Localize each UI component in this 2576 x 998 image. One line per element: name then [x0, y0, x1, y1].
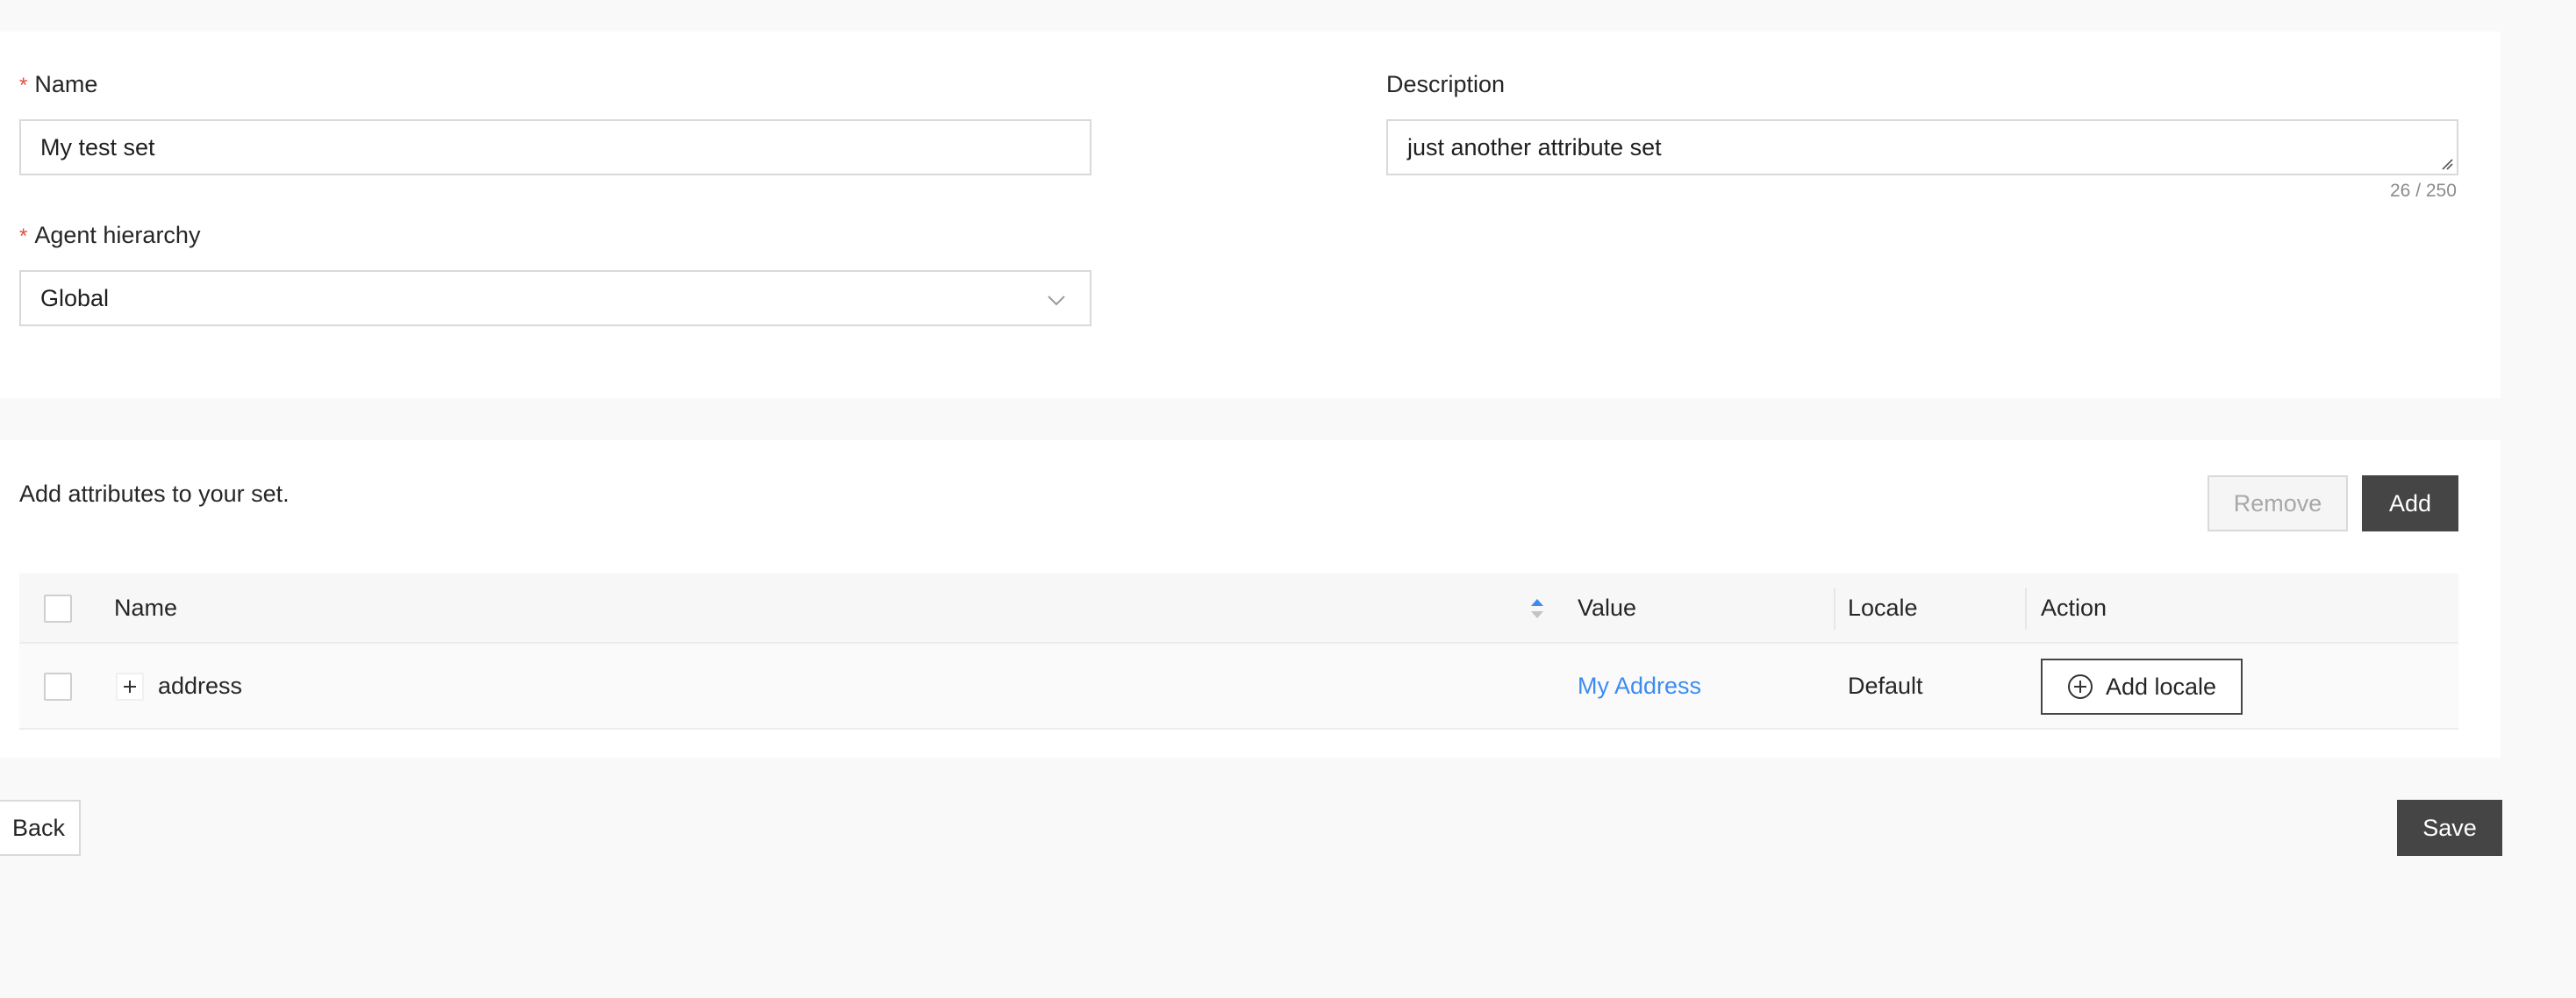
- description-textarea-value: just another attribute set: [1407, 133, 1662, 160]
- column-divider: [1834, 588, 1835, 630]
- description-label: Description: [1386, 71, 1505, 98]
- description-textarea[interactable]: just another attribute set: [1386, 119, 2458, 175]
- column-header-value: Value: [1578, 594, 1637, 621]
- name-input-value: My test set: [40, 133, 155, 160]
- column-divider: [2025, 588, 2027, 630]
- agent-hierarchy-label: * Agent hierarchy: [19, 222, 200, 249]
- row-checkbox[interactable]: [44, 673, 72, 701]
- description-label-text: Description: [1386, 71, 1506, 97]
- add-button[interactable]: Add: [2362, 475, 2458, 531]
- required-marker: *: [19, 225, 28, 248]
- name-input[interactable]: My test set: [19, 119, 1091, 175]
- expand-row-button[interactable]: [116, 673, 144, 701]
- plus-circle-icon: [2067, 674, 2093, 699]
- attributes-section-title: Add attributes to your set.: [19, 481, 290, 507]
- remove-button[interactable]: Remove: [2207, 475, 2348, 531]
- plus-icon: [124, 681, 136, 693]
- column-header-name[interactable]: Name: [114, 574, 177, 642]
- agent-hierarchy-select[interactable]: Global: [19, 270, 1091, 326]
- attribute-set-form: * Name My test set Description just anoth…: [0, 32, 2501, 398]
- back-button[interactable]: Back: [0, 800, 81, 856]
- attribute-locale: Default: [1848, 672, 1923, 699]
- select-all-checkbox[interactable]: [44, 595, 72, 623]
- column-header-locale: Locale: [1848, 594, 1918, 621]
- table-header: Name Value Locale Action: [19, 574, 2458, 644]
- save-button[interactable]: Save: [2397, 800, 2502, 856]
- resize-handle-icon[interactable]: [2439, 156, 2453, 170]
- sort-icon[interactable]: [1528, 595, 1546, 623]
- attributes-section: Add attributes to your set. Remove Add N…: [0, 440, 2501, 758]
- add-locale-button[interactable]: Add locale: [2041, 659, 2243, 715]
- chevron-down-icon: [1048, 296, 1065, 306]
- attributes-table: Name Value Locale Action address My Addr…: [19, 574, 2458, 730]
- table-row: address My Address Default Add locale: [19, 644, 2458, 730]
- description-char-counter: 26 / 250: [2390, 181, 2457, 201]
- agent-hierarchy-selected-value: Global: [40, 284, 110, 311]
- column-header-action: Action: [2041, 594, 2107, 621]
- agent-hierarchy-label-text: Agent hierarchy: [34, 222, 201, 248]
- attribute-set-page: * Name My test set Description just anoth…: [0, 0, 2576, 998]
- attribute-name: address: [158, 672, 243, 699]
- attribute-value-link[interactable]: My Address: [1578, 644, 1701, 728]
- required-marker: *: [19, 74, 28, 97]
- add-locale-label: Add locale: [2105, 673, 2217, 700]
- name-label-text: Name: [34, 71, 98, 97]
- name-label: * Name: [19, 71, 97, 98]
